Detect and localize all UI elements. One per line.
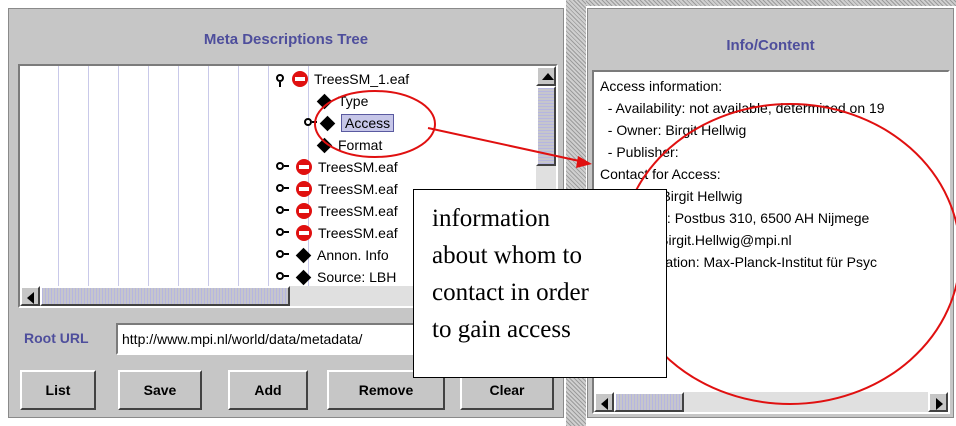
top-splitter-strip [586, 0, 956, 6]
expanded-toggle-icon[interactable] [276, 73, 288, 87]
collapsed-toggle-icon[interactable] [276, 271, 289, 283]
annotation-callout: information about whom to contact in ord… [413, 189, 667, 378]
tree-node-annon-info[interactable]: Annon. Info [276, 244, 389, 266]
no-entry-icon [296, 225, 312, 241]
tree-node-label: TreesSM.eaf [318, 159, 398, 175]
tree-node-treessm-b[interactable]: TreesSM.eaf [276, 178, 398, 200]
vertical-scroll-thumb[interactable] [536, 86, 556, 166]
horizontal-scroll-thumb[interactable] [40, 286, 290, 306]
tree-node-format[interactable]: Format [316, 134, 382, 156]
callout-line: about whom to [432, 242, 582, 269]
scroll-right-button[interactable] [928, 392, 948, 412]
root-url-label: Root URL [24, 330, 89, 346]
no-entry-icon [292, 71, 308, 87]
diamond-node-icon [319, 115, 336, 131]
tree-node-label: TreesSM_1.eaf [314, 71, 410, 87]
no-entry-icon [296, 159, 312, 175]
list-button[interactable]: List [20, 370, 96, 410]
tree-node-label: Type [338, 93, 369, 109]
diamond-node-icon [316, 137, 333, 153]
horizontal-scroll-thumb[interactable] [614, 392, 684, 412]
left-panel-title: Meta Descriptions Tree [203, 31, 369, 48]
scroll-left-button[interactable] [20, 286, 40, 306]
info-line: Access information: [600, 78, 723, 94]
callout-line: contact in order [432, 279, 589, 306]
tree-node-type[interactable]: Type [316, 90, 368, 112]
tree-node-label: Access [341, 114, 395, 132]
scroll-up-button[interactable] [536, 66, 556, 86]
save-button[interactable]: Save [118, 370, 202, 410]
tree-node-label: Format [338, 137, 383, 153]
tree-node-treessm-c[interactable]: TreesSM.eaf [276, 200, 398, 222]
diamond-node-icon [316, 93, 333, 109]
tree-node-label: TreesSM.eaf [318, 181, 398, 197]
tree-node-treessm-1[interactable]: TreesSM_1.eaf [276, 68, 409, 90]
info-line: - Availability: not available, determine… [600, 100, 885, 116]
callout-line: to gain access [432, 316, 571, 343]
callout-line: information [432, 205, 551, 232]
collapsed-toggle-icon[interactable] [276, 249, 289, 261]
collapsed-toggle-icon[interactable] [304, 117, 317, 129]
no-entry-icon [296, 181, 312, 197]
info-line: - Publisher: [600, 144, 679, 160]
add-button[interactable]: Add [228, 370, 308, 410]
tree-node-label: Source: LBH [317, 269, 397, 285]
collapsed-toggle-icon[interactable] [276, 227, 289, 239]
diamond-node-icon [295, 269, 312, 285]
right-panel-title: Info/Content [726, 37, 815, 54]
tree-node-treessm-a[interactable]: TreesSM.eaf [276, 156, 398, 178]
tree-node-label: Annon. Info [317, 247, 389, 263]
tree-node-label: TreesSM.eaf [318, 225, 398, 241]
diamond-node-icon [295, 247, 312, 263]
tree-node-access[interactable]: Access [304, 112, 395, 134]
tree-node-treessm-d[interactable]: TreesSM.eaf [276, 222, 398, 244]
collapsed-toggle-icon[interactable] [276, 205, 289, 217]
info-line: Contact for Access: [600, 166, 721, 182]
tree-node-label: TreesSM.eaf [318, 203, 398, 219]
scroll-left-button[interactable] [594, 392, 614, 412]
collapsed-toggle-icon[interactable] [276, 183, 289, 195]
tree-node-source[interactable]: Source: LBH [276, 266, 396, 286]
root-url-value: http://www.mpi.nl/world/data/metadata/ [122, 331, 363, 347]
no-entry-icon [296, 203, 312, 219]
info-horizontal-scrollbar[interactable] [594, 392, 948, 412]
collapsed-toggle-icon[interactable] [276, 161, 289, 173]
info-line: - Owner: Birgit Hellwig [600, 122, 747, 138]
